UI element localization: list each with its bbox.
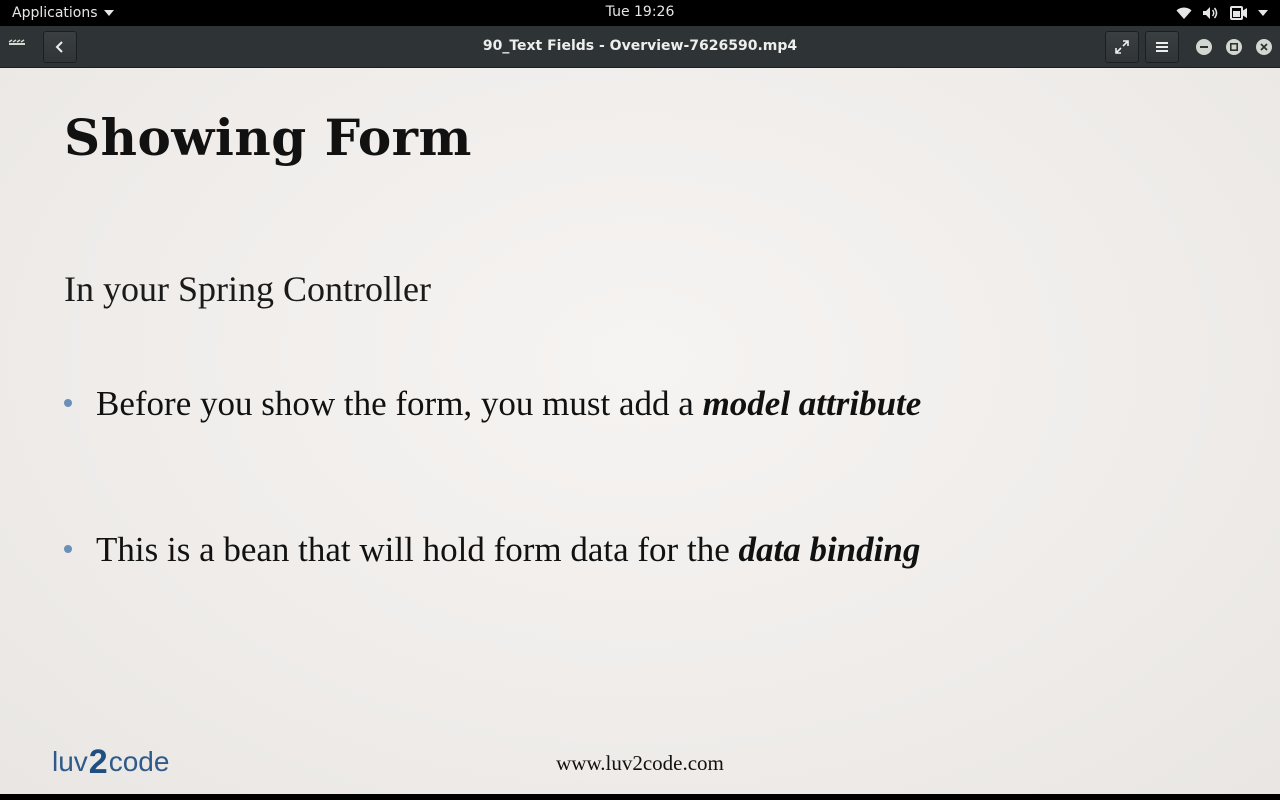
bullet-dot-icon (64, 398, 72, 407)
bullet-emphasis: model attribute (702, 384, 922, 423)
maximize-button[interactable] (1226, 39, 1242, 55)
chevron-down-icon (103, 10, 114, 16)
bullet-emphasis: data binding (738, 530, 921, 569)
battery-icon (1230, 6, 1247, 20)
slide-subtitle: In your Spring Controller (64, 269, 431, 309)
slide-title: Showing Form (64, 108, 472, 167)
app-menu-icon[interactable] (8, 38, 26, 52)
close-icon (1260, 43, 1268, 51)
video-frame[interactable]: Showing Form In your Spring Controller B… (0, 68, 1280, 794)
close-button[interactable] (1256, 39, 1272, 55)
menu-button[interactable] (1145, 31, 1179, 63)
clock[interactable]: Tue 19:26 (606, 4, 675, 20)
bullet-item: This is a bean that will hold form data … (64, 530, 920, 570)
window-title: 90_Text Fields - Overview-7626590.mp4 (482, 38, 798, 54)
bottom-border (0, 794, 1280, 800)
bullet-text: Before you show the form, you must add a (96, 384, 703, 423)
footer-url: www.luv2code.com (556, 751, 724, 775)
logo-part: luv (52, 746, 88, 777)
bullet-item: Before you show the form, you must add a… (64, 384, 921, 424)
fullscreen-icon (1115, 40, 1129, 54)
maximize-icon (1230, 43, 1238, 51)
wifi-icon (1176, 7, 1192, 19)
applications-label: Applications (12, 5, 98, 21)
system-tray[interactable] (1176, 3, 1268, 23)
volume-icon (1203, 7, 1218, 19)
logo-part: code (108, 746, 170, 777)
luv2code-logo: luv 2 code (52, 740, 169, 784)
system-top-bar: Applications Tue 19:26 (0, 0, 1280, 26)
bullet-dot-icon (64, 544, 72, 553)
chevron-left-icon (55, 41, 63, 53)
fullscreen-button[interactable] (1105, 31, 1139, 63)
minimize-button[interactable] (1196, 39, 1212, 55)
applications-menu[interactable]: Applications (12, 4, 114, 22)
back-button[interactable] (43, 31, 77, 63)
hamburger-icon (1156, 42, 1168, 52)
logo-part: 2 (88, 742, 108, 781)
window-title-bar: 90_Text Fields - Overview-7626590.mp4 (0, 26, 1280, 68)
bullet-text: This is a bean that will hold form data … (96, 530, 739, 569)
minimize-icon (1200, 46, 1208, 48)
chevron-down-icon (1258, 10, 1268, 16)
